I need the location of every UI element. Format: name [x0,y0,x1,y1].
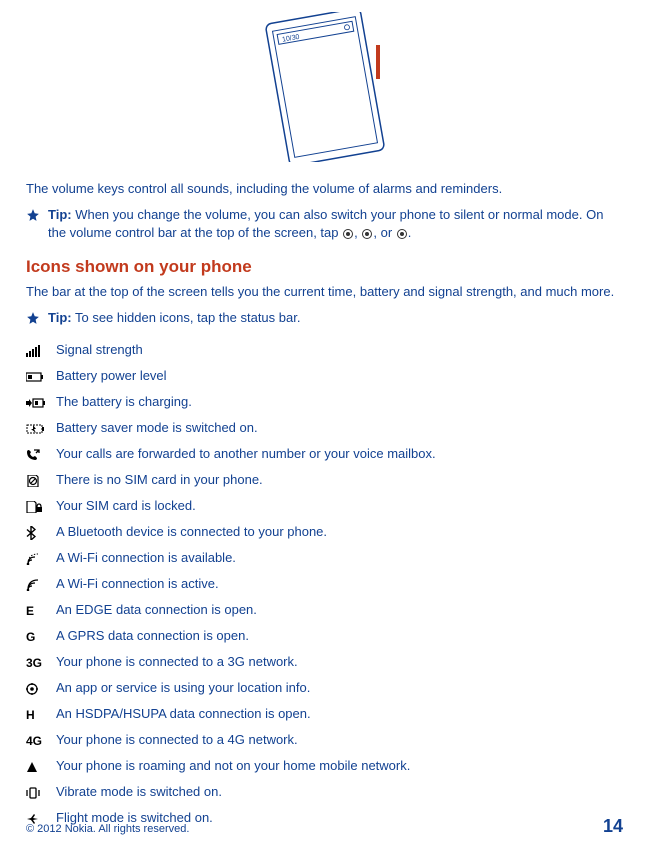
icon-item-roaming: Your phone is roaming and not on your ho… [26,758,623,776]
icon-label: Your phone is connected to a 3G network. [56,654,298,671]
roaming-icon [26,761,48,773]
icon-item-saver: Battery saver mode is switched on. [26,420,623,438]
no-sim-icon [26,475,48,487]
icon-list: Signal strength Battery power level The … [26,342,623,828]
hsdpa-icon: H [26,708,48,722]
icon-label: An app or service is using your location… [56,680,310,697]
icon-item-hsdpa: H An HSDPA/HSUPA data connection is open… [26,706,623,724]
wifi-available-icon [26,553,48,565]
icon-label: Battery saver mode is switched on. [56,420,258,437]
icon-label: A Wi-Fi connection is available. [56,550,236,567]
threeg-icon: 3G [26,656,48,670]
tip-volume: Tip: When you change the volume, you can… [26,206,623,242]
icon-label: The battery is charging. [56,394,192,411]
icon-label: Signal strength [56,342,143,359]
call-forward-icon [26,449,48,461]
tip-content: Tip: When you change the volume, you can… [48,206,623,242]
icon-label: A GPRS data connection is open. [56,628,249,645]
intro-text: The volume keys control all sounds, incl… [26,180,623,198]
battery-icon [26,372,48,382]
icon-label: Your phone is connected to a 4G network. [56,732,298,749]
icon-label: Battery power level [56,368,167,385]
tip-sep1: , [354,225,361,240]
icon-label: Your SIM card is locked. [56,498,196,515]
icon-item-simlocked: Your SIM card is locked. [26,498,623,516]
star-icon [26,208,40,225]
icon-label: Your calls are forwarded to another numb… [56,446,436,463]
gprs-icon: G [26,630,48,644]
edge-icon: E [26,604,48,618]
icon-label: An EDGE data connection is open. [56,602,257,619]
bluetooth-icon [26,526,48,540]
icon-item-wifi-active: A Wi-Fi connection is active. [26,576,623,594]
icon-item-vibrate: Vibrate mode is switched on. [26,784,623,802]
icon-item-3g: 3G Your phone is connected to a 3G netwo… [26,654,623,672]
footer: © 2012 Nokia. All rights reserved. 14 [26,816,623,837]
page-number: 14 [603,816,623,837]
icon-item-wifi-available: A Wi-Fi connection is available. [26,550,623,568]
signal-icon [26,345,48,357]
silent-ring-icon [362,229,372,239]
svg-text:10/30: 10/30 [281,34,300,44]
tip-text-part1: When you change the volume, you can also… [48,207,603,240]
sim-locked-icon [26,501,48,513]
vibrate-ring-icon [343,229,353,239]
icon-label: A Wi-Fi connection is active. [56,576,219,593]
tip-sep2: , or [373,225,395,240]
icon-item-location: An app or service is using your location… [26,680,623,698]
section-intro: The bar at the top of the screen tells y… [26,283,623,301]
icon-label: Your phone is roaming and not on your ho… [56,758,410,775]
wifi-active-icon [26,579,48,591]
tip-content: Tip: To see hidden icons, tap the status… [48,309,300,327]
phone-illustration: 10/30 [26,12,623,162]
section-heading: Icons shown on your phone [26,257,623,277]
icon-item-bluetooth: A Bluetooth device is connected to your … [26,524,623,542]
battery-charging-icon [26,398,48,408]
ring-ring-icon [397,229,407,239]
icon-label: An HSDPA/HSUPA data connection is open. [56,706,311,723]
icon-item-edge: E An EDGE data connection is open. [26,602,623,620]
star-icon [26,311,40,328]
icon-item-signal: Signal strength [26,342,623,360]
tip-statusbar: Tip: To see hidden icons, tap the status… [26,309,623,328]
icon-label: A Bluetooth device is connected to your … [56,524,327,541]
battery-saver-icon [26,424,48,434]
icon-item-gprs: G A GPRS data connection is open. [26,628,623,646]
icon-item-4g: 4G Your phone is connected to a 4G netwo… [26,732,623,750]
location-icon [26,683,48,695]
tip-text-part2: . [408,225,412,240]
icon-label: There is no SIM card in your phone. [56,472,263,489]
tip-text: To see hidden icons, tap the status bar. [72,310,301,325]
tip-label: Tip: [48,207,72,222]
icon-item-forward: Your calls are forwarded to another numb… [26,446,623,464]
icon-item-nosim: There is no SIM card in your phone. [26,472,623,490]
icon-item-charging: The battery is charging. [26,394,623,412]
fourg-icon: 4G [26,734,48,748]
tip-label: Tip: [48,310,72,325]
icon-label: Vibrate mode is switched on. [56,784,222,801]
copyright: © 2012 Nokia. All rights reserved. [26,823,189,835]
vibrate-icon [26,787,48,799]
icon-item-battery: Battery power level [26,368,623,386]
